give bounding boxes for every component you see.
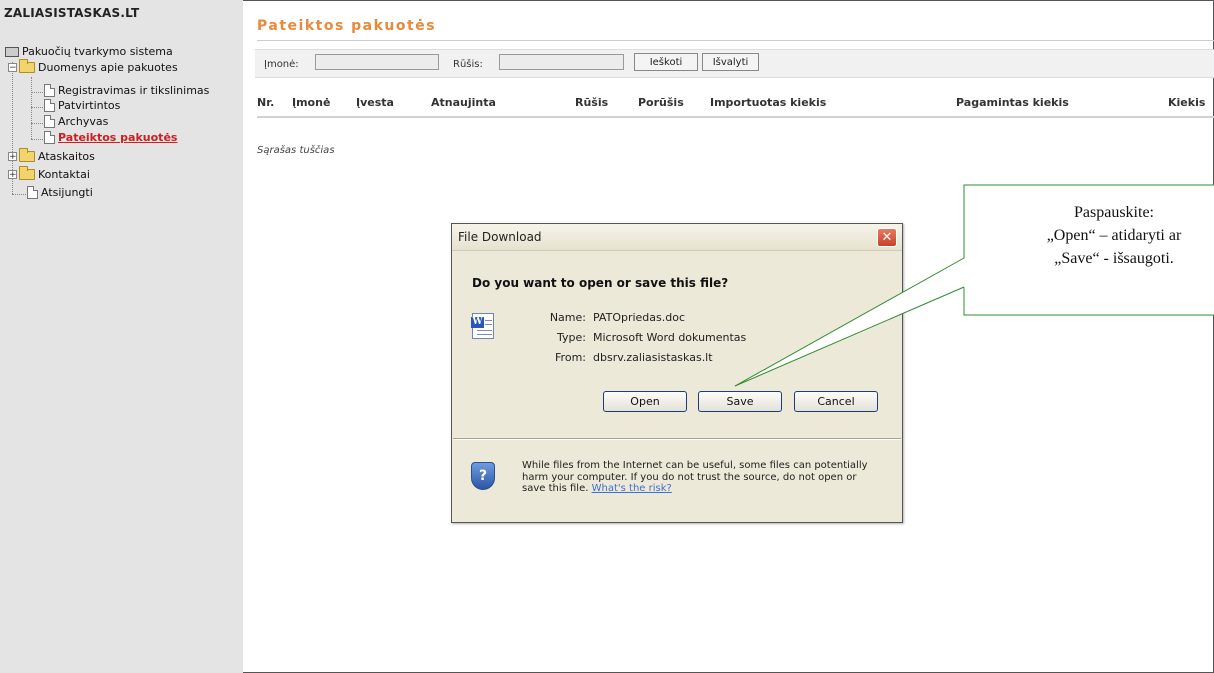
page-title: Pateiktos pakuotės xyxy=(257,18,437,34)
tree-folder-ataskaitos[interactable]: + Ataskaitos xyxy=(8,148,95,163)
tree-item-pateiktos[interactable]: Pateiktos pakuotės xyxy=(44,131,177,144)
company-label: Įmonė: xyxy=(264,59,299,70)
empty-list-text: Sąrašas tuščias xyxy=(257,145,335,156)
dialog-separator xyxy=(453,438,901,440)
tree-folder-kontaktai[interactable]: + Kontaktai xyxy=(8,166,90,181)
col-pagamintas[interactable]: Pagamintas kiekis xyxy=(956,96,1069,109)
table-header: Nr. Įmonė Įvesta Atnaujinta Rūšis Porūši… xyxy=(257,96,1214,118)
callout-line-3: „Save“ - išsaugoti. xyxy=(1054,250,1174,267)
callout-text: Paspauskite: „Open“ – atidaryti ar „Save… xyxy=(964,201,1214,270)
tree-connector xyxy=(31,139,43,140)
type-input[interactable] xyxy=(499,54,624,70)
col-importuotas[interactable]: Importuotas kiekis xyxy=(710,96,826,109)
tree-item-archyvas[interactable]: Archyvas xyxy=(44,115,108,128)
tree-connector xyxy=(31,123,43,124)
page-icon xyxy=(27,186,38,199)
page-icon xyxy=(44,131,55,144)
type-label: Rūšis: xyxy=(453,59,483,70)
cancel-button[interactable]: Cancel xyxy=(794,391,878,412)
close-icon[interactable]: ✕ xyxy=(877,228,897,247)
tree-folder-data[interactable]: − Duomenys apie pakuotes xyxy=(8,59,178,74)
col-rusis[interactable]: Rūšis xyxy=(575,96,608,109)
system-icon xyxy=(5,46,19,57)
name-label: Name: xyxy=(549,311,586,324)
security-warning: While files from the Internet can be use… xyxy=(522,460,882,495)
col-porusis[interactable]: Porūšis xyxy=(638,96,684,109)
security-shield-icon: ? xyxy=(471,462,495,490)
tree-connector xyxy=(12,194,26,195)
site-title: ZALIASISTASKAS.LT xyxy=(4,6,140,20)
folder-icon xyxy=(19,166,35,180)
tree-item-patvirtintos[interactable]: Patvirtintos xyxy=(44,99,120,112)
tree-connector xyxy=(31,107,43,108)
tree-connector xyxy=(31,92,43,93)
dialog-titlebar[interactable]: File Download ✕ xyxy=(452,224,902,251)
callout-line-2: „Open“ – atidaryti ar xyxy=(1046,227,1182,244)
file-name: PATOpriedas.doc xyxy=(593,311,686,324)
folder-open-icon xyxy=(19,59,35,73)
callout-line-1: Paspauskite: xyxy=(1074,204,1154,221)
tree-item-registravimas[interactable]: Registravimas ir tikslinimas xyxy=(44,84,209,97)
col-imone[interactable]: Įmonė xyxy=(292,96,330,109)
file-type: Microsoft Word dokumentas xyxy=(593,331,747,344)
dialog-title: File Download xyxy=(458,230,542,244)
col-atnaujinta[interactable]: Atnaujinta xyxy=(431,96,496,109)
search-button[interactable]: Ieškoti xyxy=(634,53,698,71)
divider xyxy=(257,40,1214,41)
page-icon xyxy=(44,84,55,97)
search-bar: Įmonė: Rūšis: Ieškoti Išvalyti xyxy=(255,49,1214,78)
risk-link[interactable]: What's the risk? xyxy=(592,483,672,494)
dialog-question: Do you want to open or save this file? xyxy=(472,276,729,290)
tree-connector xyxy=(31,77,32,139)
page-icon xyxy=(44,115,55,128)
type-label: Type: xyxy=(557,331,586,344)
tree-root[interactable]: Pakuočių tvarkymo sistema xyxy=(5,45,173,58)
col-ivesta[interactable]: Įvesta xyxy=(356,96,394,109)
from-label: From: xyxy=(555,351,586,364)
page-icon xyxy=(44,99,55,112)
expand-icon[interactable]: + xyxy=(8,170,17,180)
word-document-icon: W xyxy=(471,313,494,339)
warning-text: While files from the Internet can be use… xyxy=(522,460,868,494)
sidebar: ZALIASISTASKAS.LT Pakuočių tvarkymo sist… xyxy=(0,0,243,673)
clear-button[interactable]: Išvalyti xyxy=(702,53,759,71)
file-download-dialog: File Download ✕ Do you want to open or s… xyxy=(451,223,903,523)
file-source: dbsrv.zaliasistaskas.lt xyxy=(593,351,713,364)
col-nr[interactable]: Nr. xyxy=(257,96,274,109)
folder-icon xyxy=(19,148,35,162)
save-button[interactable]: Save xyxy=(698,391,782,412)
collapse-icon[interactable]: − xyxy=(8,63,17,73)
expand-icon[interactable]: + xyxy=(8,152,17,162)
open-button[interactable]: Open xyxy=(603,391,687,412)
tree-item-atsijungti[interactable]: Atsijungti xyxy=(27,186,93,199)
col-kiekis[interactable]: Kiekis xyxy=(1168,96,1205,109)
company-input[interactable] xyxy=(315,54,439,70)
